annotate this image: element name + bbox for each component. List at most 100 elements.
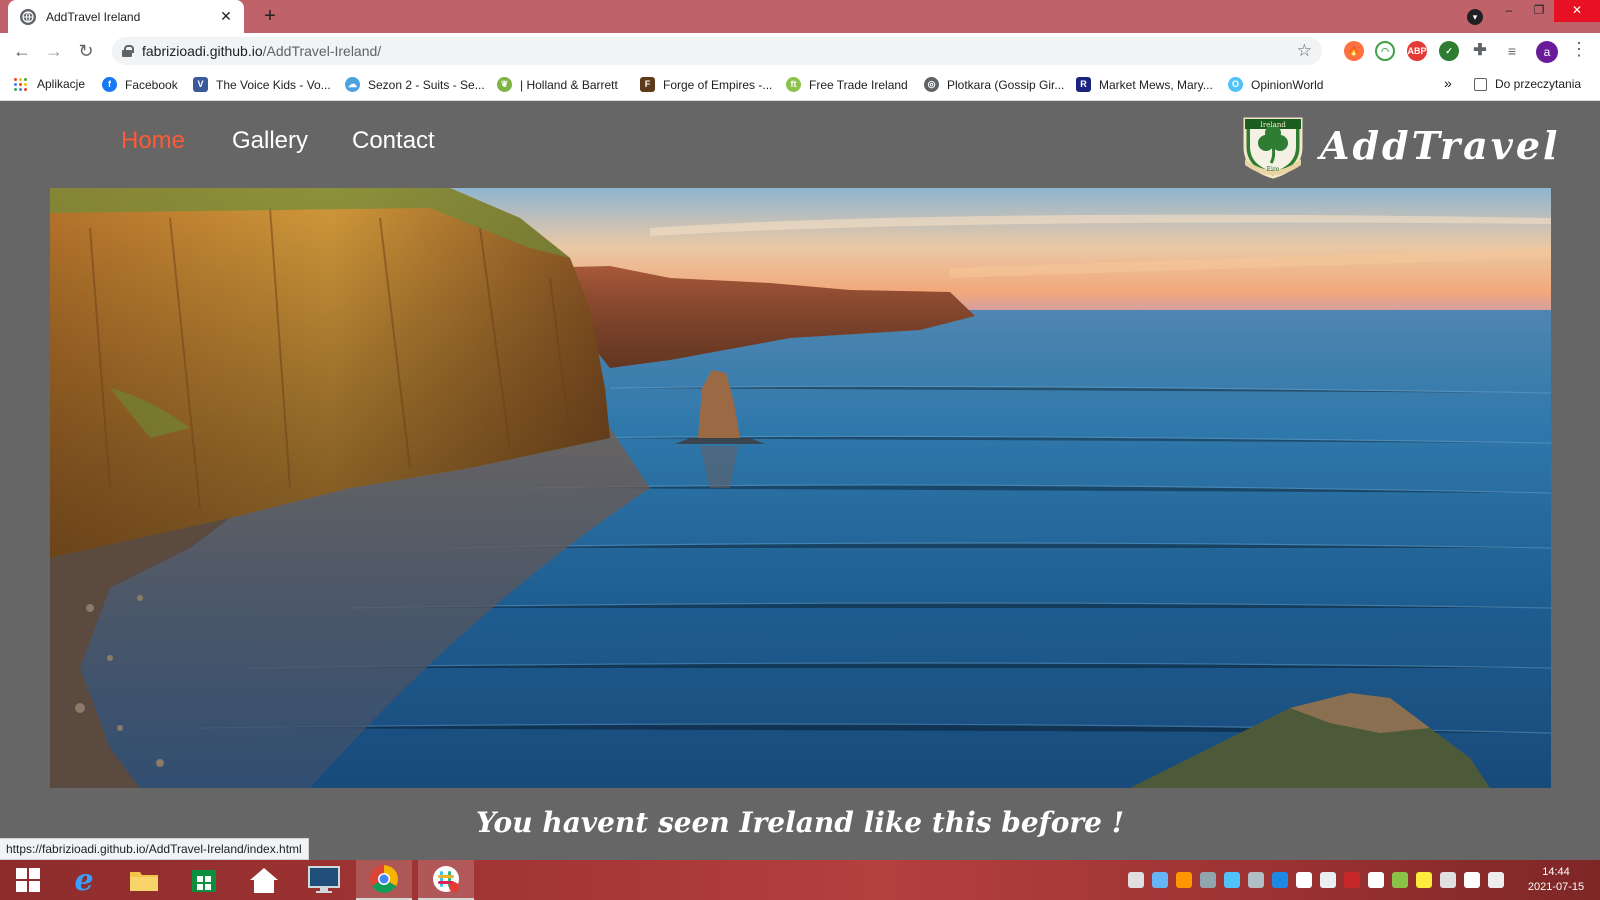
reading-list-label: Do przeczytania xyxy=(1495,77,1582,91)
bookmarks-overflow-button[interactable]: » xyxy=(1444,75,1452,91)
internet-explorer-taskbar-button[interactable]: e xyxy=(56,860,112,900)
tray-app-icon[interactable] xyxy=(1152,872,1168,888)
crest-top-text: Ireland xyxy=(1260,121,1286,129)
link-status-bubble: https://fabrizioadi.github.io/AddTravel-… xyxy=(0,838,309,860)
bookmark-holland-barrett[interactable]: ❦ | Holland & Barrett xyxy=(497,77,618,92)
tab-title: AddTravel Ireland xyxy=(46,9,141,24)
bookmark-aplikacje[interactable]: Aplikacje xyxy=(14,77,85,91)
bookmark-voice-kids[interactable]: V The Voice Kids - Vo... xyxy=(193,77,331,92)
reading-list-button[interactable]: Do przeczytania xyxy=(1474,77,1581,91)
address-bar[interactable]: fabrizioadi.github.io/AddTravel-Ireland/… xyxy=(112,37,1322,65)
lock-icon xyxy=(122,45,134,57)
url-host: fabrizioadi.github.io xyxy=(142,43,263,59)
hero-image xyxy=(50,188,1551,788)
nav-gallery[interactable]: Gallery xyxy=(232,127,308,155)
bluetooth-icon[interactable] xyxy=(1272,872,1288,888)
windows-taskbar: e 14:44 2021-07-15 xyxy=(0,860,1600,900)
bookmark-label: Facebook xyxy=(125,77,178,92)
volume-icon[interactable] xyxy=(1440,872,1456,888)
back-arrow-icon[interactable]: ← xyxy=(10,39,34,63)
clock-date: 2021-07-15 xyxy=(1527,881,1585,893)
bookmark-label: Plotkara (Gossip Gir... xyxy=(947,77,1065,92)
url-path: /AddTravel-Ireland/ xyxy=(262,43,382,59)
store-taskbar-button[interactable] xyxy=(176,860,232,900)
bookmark-plotkara[interactable]: ◎ Plotkara (Gossip Gir... xyxy=(924,77,1064,92)
home-icon xyxy=(250,868,278,893)
action-center-flag-icon[interactable] xyxy=(1464,872,1480,888)
holland-barrett-icon: ❦ xyxy=(497,77,512,92)
tray-app-icon[interactable] xyxy=(1128,872,1144,888)
tray-app-icon[interactable] xyxy=(1368,872,1384,888)
restore-button[interactable]: ❐ xyxy=(1524,0,1554,22)
new-tab-button[interactable]: + xyxy=(258,4,282,28)
clock-time: 14:44 xyxy=(1542,866,1570,878)
brand-name: AddTravel xyxy=(1320,122,1561,168)
home-taskbar-button[interactable] xyxy=(236,860,292,900)
hero-tagline: You havent seen Ireland like this before… xyxy=(476,806,1124,839)
apps-icon xyxy=(14,77,27,91)
windows-logo-icon xyxy=(16,868,40,892)
bookmark-opinionworld[interactable]: O OpinionWorld xyxy=(1228,77,1323,92)
media-control-icon[interactable]: ≡ xyxy=(1502,41,1522,61)
bookmark-label: Market Mews, Mary... xyxy=(1099,77,1213,92)
nav-contact[interactable]: Contact xyxy=(352,127,435,155)
bookmark-suits[interactable]: ☁ Sezon 2 - Suits - Se... xyxy=(345,77,485,92)
crest-bottom-text: Eire xyxy=(1267,166,1280,173)
forward-arrow-icon[interactable]: → xyxy=(42,39,66,63)
bookmark-facebook[interactable]: f Facebook xyxy=(102,77,178,92)
fire-extension-icon[interactable]: 🔥 xyxy=(1344,41,1364,61)
tab-search-icon[interactable]: ▾ xyxy=(1467,9,1483,25)
tray-app-icon[interactable] xyxy=(1392,872,1408,888)
browser-toolbar: ← → ↻ fabrizioadi.github.io/AddTravel-Ir… xyxy=(0,33,1600,69)
reading-list-icon xyxy=(1474,77,1487,91)
start-button[interactable] xyxy=(0,860,56,900)
network-icon[interactable] xyxy=(1248,872,1264,888)
tray-app-icon[interactable] xyxy=(1320,872,1336,888)
slack-icon xyxy=(433,866,459,892)
tray-app-icon[interactable] xyxy=(1488,872,1504,888)
bookmark-forge-of-empires[interactable]: F Forge of Empires -... xyxy=(640,77,772,92)
bookmark-star-icon[interactable]: ☆ xyxy=(1297,41,1312,61)
free-trade-icon: ft xyxy=(786,77,801,92)
adblock-icon[interactable]: ABP xyxy=(1407,41,1427,61)
opinionworld-icon: O xyxy=(1228,77,1243,92)
forge-icon: F xyxy=(640,77,655,92)
internet-explorer-icon: e xyxy=(74,862,94,898)
tray-app-icon[interactable] xyxy=(1416,872,1432,888)
system-tray xyxy=(1128,872,1504,888)
tray-app-icon[interactable] xyxy=(1176,872,1192,888)
file-explorer-taskbar-button[interactable] xyxy=(116,860,172,900)
browser-tab[interactable]: AddTravel Ireland ✕ xyxy=(8,0,244,33)
avatar[interactable]: a xyxy=(1536,41,1558,63)
nav-home[interactable]: Home xyxy=(121,127,185,155)
site-header: Home Gallery Contact Ireland Eire AddTra… xyxy=(0,101,1600,187)
minimize-button[interactable]: – xyxy=(1494,0,1524,22)
window-close-button[interactable]: ✕ xyxy=(1554,0,1600,22)
bookmark-label: Forge of Empires -... xyxy=(663,77,773,92)
cloud-icon: ☁ xyxy=(345,77,360,92)
monitor-taskbar-button[interactable] xyxy=(296,860,352,900)
bookmark-free-trade-ireland[interactable]: ft Free Trade Ireland xyxy=(786,77,908,92)
slack-taskbar-button[interactable] xyxy=(418,860,474,900)
bookmark-label: The Voice Kids - Vo... xyxy=(216,77,331,92)
brand-logo[interactable]: Ireland Eire AddTravel xyxy=(1240,111,1560,179)
shield-icon[interactable]: ✓ xyxy=(1439,41,1459,61)
bookmark-label: | Holland & Barrett xyxy=(520,77,618,92)
monitor-icon xyxy=(308,866,340,893)
tray-app-icon[interactable] xyxy=(1224,872,1240,888)
bookmark-label: Free Trade Ireland xyxy=(809,77,908,92)
tray-app-icon[interactable] xyxy=(1344,872,1360,888)
tray-app-icon[interactable] xyxy=(1296,872,1312,888)
refresh-extension-icon[interactable]: ◠ xyxy=(1375,41,1395,61)
taskbar-clock[interactable]: 14:44 2021-07-15 xyxy=(1516,865,1596,895)
extensions-puzzle-icon[interactable]: ✚ xyxy=(1470,41,1490,61)
bookmark-label: Sezon 2 - Suits - Se... xyxy=(368,77,485,92)
globe-icon xyxy=(20,8,36,25)
voice-kids-icon: V xyxy=(193,77,208,92)
chrome-taskbar-button[interactable] xyxy=(356,860,412,900)
reload-icon[interactable]: ↻ xyxy=(74,39,98,63)
close-tab-icon[interactable]: ✕ xyxy=(218,8,234,25)
tray-app-icon[interactable] xyxy=(1200,872,1216,888)
bookmark-market-mews[interactable]: R Market Mews, Mary... xyxy=(1076,77,1213,92)
browser-menu-icon[interactable]: ⋮ xyxy=(1570,39,1588,60)
